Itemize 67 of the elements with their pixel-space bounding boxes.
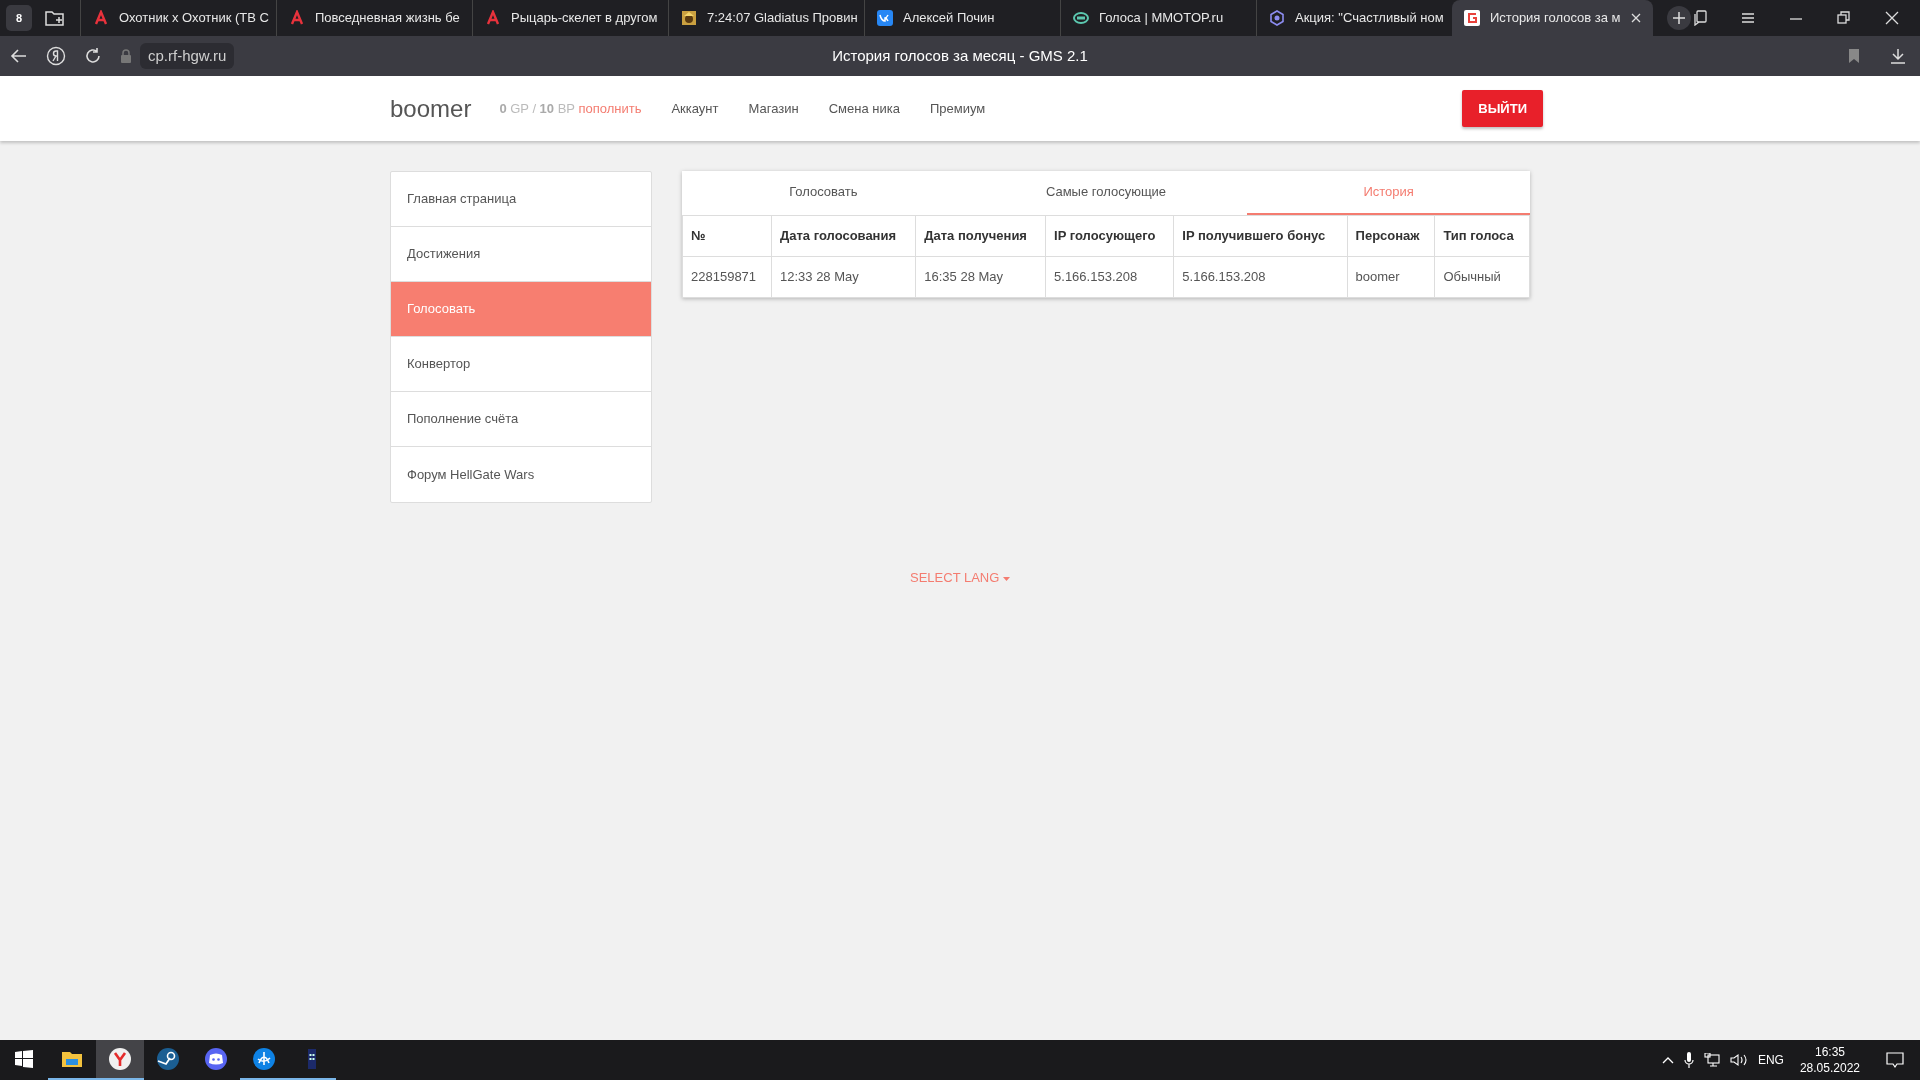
taskbar-button[interactable]	[96, 1040, 144, 1080]
close-icon[interactable]	[1630, 13, 1641, 23]
site-icon	[1464, 10, 1480, 26]
logout-button[interactable]: ВЫЙТИ	[1462, 89, 1543, 128]
column-header: Персонаж	[1347, 215, 1435, 257]
column-header: IP получившего бонус	[1173, 215, 1348, 257]
microphone-icon[interactable]	[1683, 1052, 1694, 1068]
bookmark-icon[interactable]	[1848, 48, 1860, 64]
table-cell: 16:35 28 May	[915, 256, 1046, 298]
table-cell: 12:33 28 May	[771, 256, 916, 298]
sidebar-item[interactable]: Конвертор	[391, 337, 651, 392]
sidebar-item[interactable]: Пополнение счёта	[391, 392, 651, 447]
menu-icon[interactable]	[1740, 10, 1756, 26]
back-icon[interactable]	[10, 47, 28, 65]
table-cell: 5.166.153.208	[1173, 256, 1348, 298]
discord-icon	[204, 1047, 228, 1071]
hexagon-icon	[1269, 10, 1285, 26]
column-header: Тип голоса	[1434, 215, 1530, 257]
page-title: История голосов за месяц - GMS 2.1	[832, 46, 1088, 64]
new-tab-group-icon[interactable]	[44, 9, 66, 27]
browser-tab[interactable]: История голосов за м	[1452, 0, 1653, 36]
start-icon[interactable]	[15, 1050, 33, 1068]
table-cell: 228159871	[682, 256, 772, 298]
tab-counter[interactable]: 8	[6, 5, 32, 31]
letter-a-icon	[93, 10, 109, 26]
column-header: №	[682, 215, 772, 257]
column-header: Дата голосования	[771, 215, 916, 257]
sidebar-item[interactable]: Форум HellGate Wars	[391, 447, 651, 502]
download-icon[interactable]	[1890, 48, 1906, 64]
nav-link[interactable]: Премиум	[929, 98, 986, 119]
collections-icon[interactable]	[1692, 10, 1708, 26]
close-icon[interactable]	[1884, 10, 1900, 26]
sidebar-item[interactable]: Главная страница	[391, 172, 651, 227]
column-header: IP голосующего	[1045, 215, 1174, 257]
chevron-up-icon[interactable]	[1661, 1056, 1674, 1064]
clock-time[interactable]: 16:35	[1799, 1043, 1860, 1060]
tab[interactable]: Самые голосующие	[964, 171, 1248, 215]
letter-a-icon	[485, 10, 501, 26]
username: boomer	[390, 93, 472, 124]
balance-text: 0 GP / 10 BP пополнить	[499, 99, 642, 118]
yandex-browser-icon	[108, 1047, 132, 1071]
nav-link[interactable]: Магазин	[748, 98, 799, 119]
notification-icon[interactable]	[1886, 1051, 1904, 1069]
lock-icon	[120, 49, 132, 63]
new-tab-icon[interactable]	[1666, 6, 1691, 30]
eye-icon	[1073, 10, 1089, 26]
network-icon[interactable]	[1703, 1053, 1720, 1067]
reload-icon[interactable]	[84, 47, 102, 65]
clock-date[interactable]: 28.05.2022	[1799, 1060, 1860, 1077]
address-field[interactable]: cp.rf-hgw.ru	[140, 42, 235, 70]
steam-icon	[156, 1047, 180, 1071]
language-indicator[interactable]: ENG	[1757, 1051, 1784, 1069]
vk-icon	[877, 10, 893, 26]
battlenet-icon	[252, 1047, 276, 1071]
restore-icon[interactable]	[1836, 10, 1852, 26]
caret-icon	[1003, 576, 1010, 581]
game-icon	[681, 10, 697, 26]
tab[interactable]: Голосовать	[682, 171, 965, 215]
table-cell: boomer	[1347, 256, 1435, 298]
table-cell: Обычный	[1434, 256, 1530, 298]
nav-link[interactable]: Аккаунт	[671, 98, 719, 119]
yandex-icon[interactable]	[46, 46, 66, 66]
letter-a-icon	[289, 10, 305, 26]
table-cell: 5.166.153.208	[1045, 256, 1174, 298]
volume-icon[interactable]	[1729, 1053, 1748, 1067]
nav-link[interactable]: Смена ника	[828, 98, 900, 119]
column-header: Дата получения	[915, 215, 1046, 257]
